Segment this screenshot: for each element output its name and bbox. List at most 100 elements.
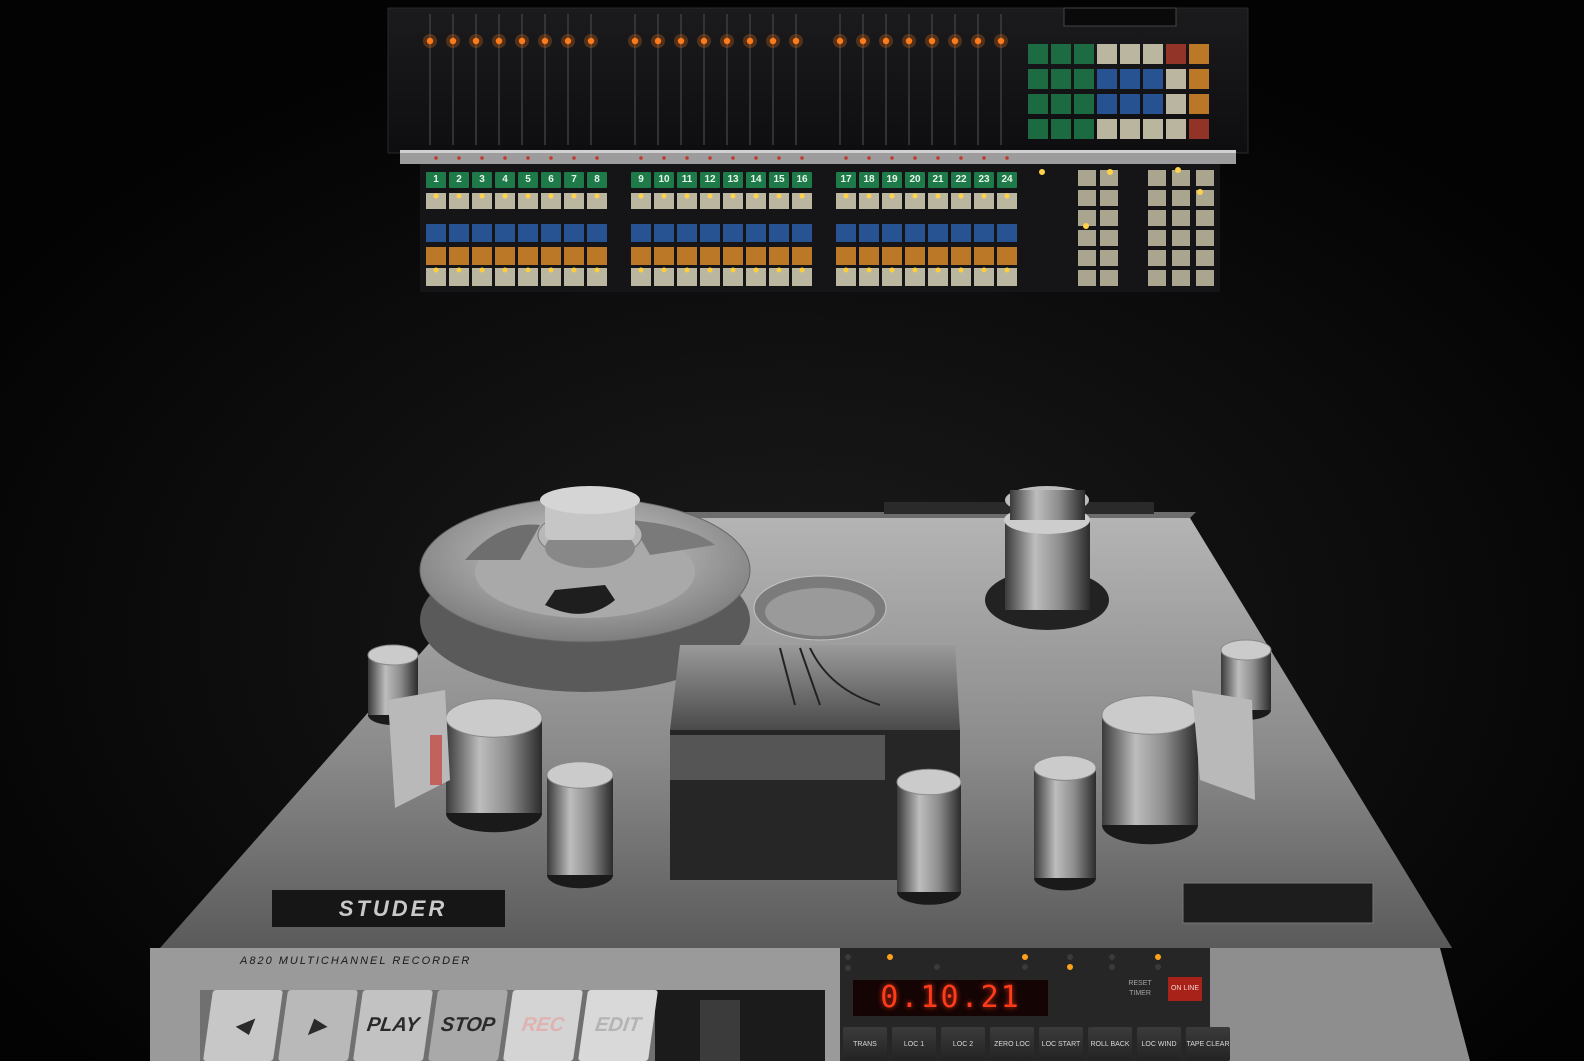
channel-number-button[interactable]: 15 xyxy=(769,172,789,188)
channel-button xyxy=(836,247,856,265)
channel-number-button[interactable]: 3 xyxy=(472,172,492,188)
channel-led xyxy=(843,193,849,199)
channel-number-button[interactable]: 21 xyxy=(928,172,948,188)
channel-led xyxy=(433,267,439,273)
channel-led xyxy=(958,193,964,199)
channel-number-button[interactable]: 23 xyxy=(974,172,994,188)
edit-button[interactable]: EDIT xyxy=(578,990,658,1061)
channel-button xyxy=(700,224,720,242)
channel-number-button[interactable]: 24 xyxy=(997,172,1017,188)
locator-key[interactable]: ROLL BACK xyxy=(1088,1027,1132,1061)
channel-number-button[interactable]: 18 xyxy=(859,172,879,188)
grid-button xyxy=(1028,119,1048,139)
channel-button xyxy=(951,247,971,265)
channel-button xyxy=(997,224,1017,242)
channel-led xyxy=(502,267,508,273)
channel-led xyxy=(866,193,872,199)
channel-button xyxy=(631,247,651,265)
channel-number-button[interactable]: 7 xyxy=(564,172,584,188)
locator-key[interactable]: LOC 2 xyxy=(941,1027,985,1061)
locator-key[interactable]: LOC 1 xyxy=(892,1027,936,1061)
channel-button xyxy=(769,224,789,242)
grid-button xyxy=(1120,69,1140,89)
grid-button xyxy=(1120,44,1140,64)
grid-button xyxy=(1074,69,1094,89)
channel-led xyxy=(684,267,690,273)
grid-button xyxy=(1143,94,1163,114)
channel-button xyxy=(426,247,446,265)
grid-button xyxy=(1074,94,1094,114)
channel-number-button[interactable]: 17 xyxy=(836,172,856,188)
channel-button xyxy=(518,224,538,242)
grid-button xyxy=(1028,69,1048,89)
channel-number-button[interactable]: 19 xyxy=(882,172,902,188)
grid-button xyxy=(1143,119,1163,139)
status-led xyxy=(845,954,851,960)
forward-button[interactable]: ▶ xyxy=(278,990,358,1061)
channel-led xyxy=(707,193,713,199)
channel-number-button[interactable]: 8 xyxy=(587,172,607,188)
channel-number-button[interactable]: 12 xyxy=(700,172,720,188)
online-button[interactable]: ON LINE xyxy=(1168,977,1202,1001)
grid-button xyxy=(1028,44,1048,64)
channel-number-button[interactable]: 22 xyxy=(951,172,971,188)
slot-plate xyxy=(1182,882,1374,924)
channel-led xyxy=(843,267,849,273)
stop-button[interactable]: STOP xyxy=(428,990,508,1061)
status-led xyxy=(1109,954,1115,960)
channel-led xyxy=(571,267,577,273)
channel-led xyxy=(571,193,577,199)
channel-led xyxy=(638,193,644,199)
locator-key[interactable]: LOC WIND xyxy=(1137,1027,1181,1061)
rec-button[interactable]: REC xyxy=(503,990,583,1061)
locator-key[interactable]: ZERO LOC xyxy=(990,1027,1034,1061)
rewind-button[interactable]: ◀ xyxy=(203,990,283,1061)
tape-counter-display: 0.10.21 xyxy=(853,980,1048,1016)
channel-led xyxy=(661,267,667,273)
channel-number-button[interactable]: 4 xyxy=(495,172,515,188)
channel-led xyxy=(958,267,964,273)
channel-number-button[interactable]: 6 xyxy=(541,172,561,188)
shuttle-right-label: >> xyxy=(783,977,794,987)
channel-number-button[interactable]: 10 xyxy=(654,172,674,188)
channel-button xyxy=(564,247,584,265)
channel-button xyxy=(472,247,492,265)
locator-key[interactable]: LOC START xyxy=(1039,1027,1083,1061)
grid-button xyxy=(1189,44,1209,64)
channel-button xyxy=(905,247,925,265)
channel-number-button[interactable]: 2 xyxy=(449,172,469,188)
locator-key[interactable]: TAPE CLEAR xyxy=(1186,1027,1230,1061)
channel-button xyxy=(882,247,902,265)
channel-number-button[interactable]: 5 xyxy=(518,172,538,188)
channel-led xyxy=(776,267,782,273)
channel-number-button[interactable]: 9 xyxy=(631,172,651,188)
channel-led xyxy=(661,193,667,199)
status-led xyxy=(1067,964,1073,970)
channel-led xyxy=(594,193,600,199)
channel-number-button[interactable]: 13 xyxy=(723,172,743,188)
channel-led xyxy=(456,193,462,199)
channel-led xyxy=(1004,267,1010,273)
channel-number-button[interactable]: 1 xyxy=(426,172,446,188)
channel-led xyxy=(912,267,918,273)
channel-number-button[interactable]: 20 xyxy=(905,172,925,188)
channel-number-button[interactable]: 11 xyxy=(677,172,697,188)
channel-number-button[interactable]: 14 xyxy=(746,172,766,188)
channel-led xyxy=(525,193,531,199)
grid-button xyxy=(1051,44,1071,64)
grid-button xyxy=(1051,69,1071,89)
model-label: A820 MULTICHANNEL RECORDER xyxy=(240,955,472,967)
play-button[interactable]: PLAY xyxy=(353,990,433,1061)
channel-button xyxy=(541,247,561,265)
channel-led xyxy=(866,267,872,273)
channel-led xyxy=(456,267,462,273)
grid-button xyxy=(1143,44,1163,64)
channel-led xyxy=(776,193,782,199)
brand-name: STUDER xyxy=(338,896,448,921)
locator-key[interactable]: TRANS xyxy=(843,1027,887,1061)
channel-number-button[interactable]: 16 xyxy=(792,172,812,188)
reset-timer-button[interactable]: RESET TIMER xyxy=(1118,977,1162,1001)
tape-machine-scene xyxy=(0,0,1584,1061)
channel-button xyxy=(631,224,651,242)
grid-button xyxy=(1189,69,1209,89)
